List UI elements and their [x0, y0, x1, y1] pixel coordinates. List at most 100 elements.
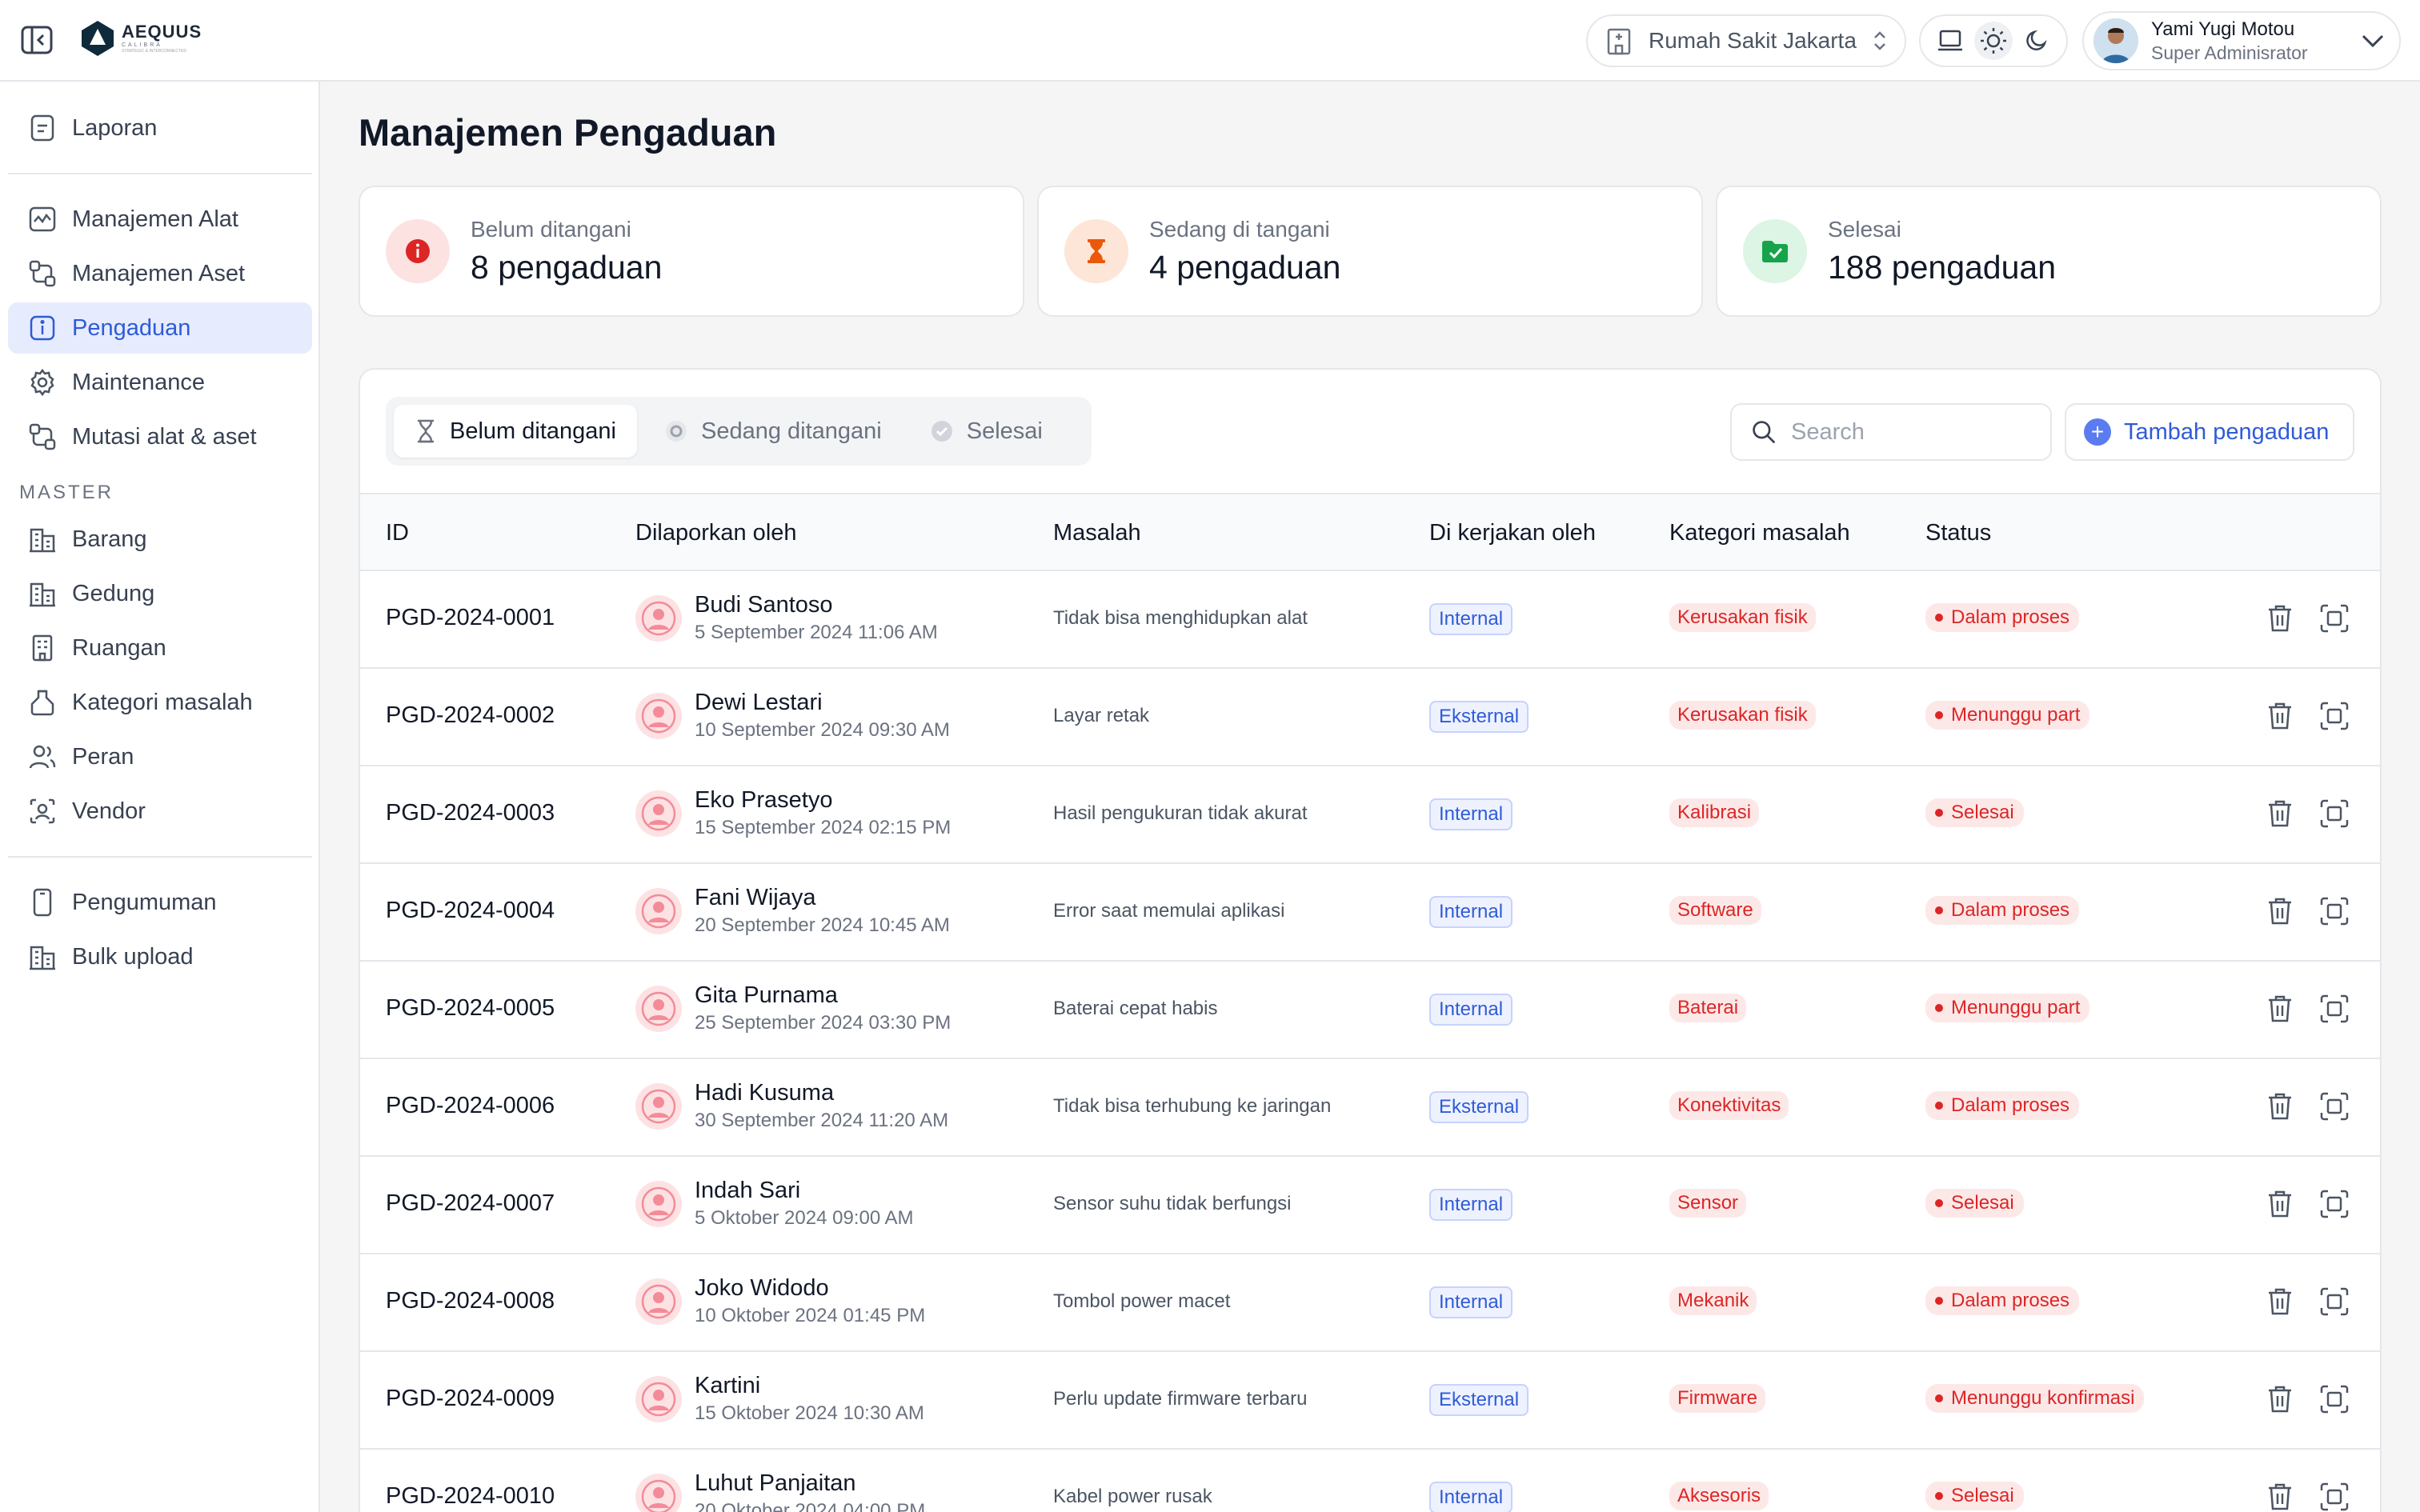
sidebar-item-laporan[interactable]: Laporan — [8, 102, 312, 154]
column-header-worker[interactable]: Di kerjakan oleh — [1429, 520, 1596, 546]
trash-icon — [2269, 995, 2291, 1022]
table-row[interactable]: PGD-2024-0004 Fani Wijaya 20 September 202… — [360, 864, 2380, 962]
tab-label: Selesai — [966, 418, 1043, 444]
sidebar-item-manajemen-aset[interactable]: Manajemen Aset — [8, 248, 312, 299]
scan-button[interactable] — [2318, 894, 2351, 928]
column-header-status[interactable]: Status — [1925, 520, 1991, 546]
reporter-name: Hadi Kusuma — [695, 1080, 835, 1106]
table-row[interactable]: PGD-2024-0010 Luhut Panjaitan 20 Oktober 2… — [360, 1450, 2380, 1512]
sidebar-item-kategori-masalah[interactable]: Kategori masalah — [8, 677, 312, 728]
sidebar-item-ruangan[interactable]: Ruangan — [8, 622, 312, 674]
delete-button[interactable] — [2263, 699, 2297, 733]
sidebar-item-manajemen-alat[interactable]: Manajemen Alat — [8, 194, 312, 245]
delete-button[interactable] — [2263, 1480, 2297, 1512]
scan-button[interactable] — [2318, 1382, 2351, 1416]
brand-logo[interactable]: AEQUUS CALIBRA STRATEGIC & INTERCONNECTE… — [80, 19, 202, 58]
complaint-id: PGD-2024-0010 — [386, 1483, 555, 1509]
category-cell: Kalibrasi — [1669, 798, 1760, 827]
row-actions — [2263, 1480, 2351, 1512]
theme-light-button[interactable] — [1974, 22, 2013, 60]
category-badge: Mekanik — [1669, 1286, 1757, 1315]
column-header-reporter[interactable]: Dilaporkan oleh — [635, 520, 797, 546]
avatar-icon — [635, 887, 682, 934]
issue-text: Perlu update firmware terbaru — [1053, 1388, 1308, 1410]
sidebar-toggle-button[interactable] — [19, 24, 54, 56]
reporter-name: Fani Wijaya — [695, 885, 816, 910]
scan-button[interactable] — [2318, 1480, 2351, 1512]
delete-button[interactable] — [2263, 1090, 2297, 1123]
avatar-icon — [635, 1278, 682, 1325]
tab-sedang-ditangani[interactable]: Sedang ditangani — [643, 405, 903, 458]
table-row[interactable]: PGD-2024-0002 Dewi Lestari 10 September 20… — [360, 669, 2380, 766]
scan-button[interactable] — [2318, 1187, 2351, 1221]
worker-badge: Eksternal — [1429, 1384, 1529, 1416]
sidebar-item-barang[interactable]: Barang — [8, 514, 312, 565]
tab-label: Sedang ditangani — [700, 418, 882, 444]
user-menu[interactable]: Yami Yugi Motou Super Adminisrator — [2082, 11, 2401, 70]
column-header-category[interactable]: Kategori masalah — [1669, 520, 1850, 546]
table-row[interactable]: PGD-2024-0008 Joko Widodo 10 Oktober 2024 … — [360, 1254, 2380, 1352]
sidebar-item-pengaduan[interactable]: Pengaduan — [8, 302, 312, 354]
column-header-issue[interactable]: Masalah — [1053, 520, 1141, 546]
theme-dark-button[interactable] — [2017, 22, 2056, 60]
delete-button[interactable] — [2263, 894, 2297, 928]
worker-cell: Eksternal — [1429, 701, 1529, 733]
scan-button[interactable] — [2318, 1090, 2351, 1123]
sidebar-item-label: Mutasi alat & aset — [72, 423, 257, 450]
sidebar-item-bulk-upload[interactable]: Bulk upload — [8, 931, 312, 982]
delete-button[interactable] — [2263, 602, 2297, 635]
delete-button[interactable] — [2263, 1187, 2297, 1221]
add-complaint-button[interactable]: + Tambah pengaduan — [2065, 403, 2354, 461]
sidebar-item-label: Pengumuman — [72, 889, 217, 915]
sidebar-item-peran[interactable]: Peran — [8, 731, 312, 782]
issue-text: Tombol power macet — [1053, 1290, 1231, 1312]
table-row[interactable]: PGD-2024-0006 Hadi Kusuma 30 September 202… — [360, 1059, 2380, 1157]
table-row[interactable]: PGD-2024-0001 Budi Santoso 5 September 202… — [360, 571, 2380, 669]
sidebar-item-vendor[interactable]: Vendor — [8, 786, 312, 837]
sidebar-item-pengumuman[interactable]: Pengumuman — [8, 877, 312, 928]
avatar-icon — [635, 1473, 682, 1512]
delete-button[interactable] — [2263, 1285, 2297, 1318]
sidebar-item-gedung[interactable]: Gedung — [8, 568, 312, 619]
trash-icon — [2269, 800, 2291, 827]
sun-icon — [1981, 28, 2006, 54]
table-row[interactable]: PGD-2024-0009 Kartini 15 Oktober 2024 10:3… — [360, 1352, 2380, 1450]
scan-button[interactable] — [2318, 1285, 2351, 1318]
loader-icon — [665, 421, 687, 442]
status-text: Selesai — [1951, 1192, 2014, 1214]
table-row[interactable]: PGD-2024-0003 Eko Prasetyo 15 September 20… — [360, 766, 2380, 864]
asset-icon — [27, 258, 58, 289]
issue-text: Kabel power rusak — [1053, 1486, 1212, 1507]
search-input[interactable] — [1791, 418, 2031, 446]
tab-selesai[interactable]: Selesai — [909, 405, 1064, 458]
sidebar-item-maintenance[interactable]: Maintenance — [8, 357, 312, 408]
status-text: Selesai — [1951, 1485, 2014, 1506]
table-row[interactable]: PGD-2024-0005 Gita Purnama 25 September 20… — [360, 962, 2380, 1059]
info-icon — [27, 313, 58, 343]
delete-button[interactable] — [2263, 992, 2297, 1026]
scan-button[interactable] — [2318, 797, 2351, 830]
scan-button[interactable] — [2318, 602, 2351, 635]
status-cell: Selesai — [1925, 1482, 2024, 1510]
worker-badge: Internal — [1429, 994, 1513, 1026]
status-text: Menunggu part — [1951, 997, 2081, 1018]
reporter-name: Indah Sari — [695, 1178, 801, 1203]
category-cell: Kerusakan fisik — [1669, 701, 1816, 730]
table-row[interactable]: PGD-2024-0007 Indah Sari 5 Oktober 2024 09… — [360, 1157, 2380, 1254]
trash-icon — [2269, 702, 2291, 730]
tab-belum-ditangani[interactable]: Belum ditangani — [394, 405, 637, 458]
delete-button[interactable] — [2263, 797, 2297, 830]
hospital-name: Rumah Sakit Jakarta — [1649, 28, 1857, 53]
theme-system-button[interactable] — [1931, 22, 1969, 60]
trash-icon — [2269, 1093, 2291, 1120]
hospital-selector[interactable]: Rumah Sakit Jakarta — [1586, 14, 1906, 67]
scan-button[interactable] — [2318, 992, 2351, 1026]
issue-text: Tidak bisa terhubung ke jaringan — [1053, 1095, 1332, 1117]
delete-button[interactable] — [2263, 1382, 2297, 1416]
sidebar-item-label: Pengaduan — [72, 314, 191, 341]
reporter: Luhut Panjaitan 20 Oktober 2024 04:00 PM — [635, 1470, 925, 1512]
scan-button[interactable] — [2318, 699, 2351, 733]
column-header-id[interactable]: ID — [386, 520, 409, 546]
sidebar-item-mutasi[interactable]: Mutasi alat & aset — [8, 411, 312, 462]
reported-date: 5 September 2024 11:06 AM — [695, 622, 938, 643]
